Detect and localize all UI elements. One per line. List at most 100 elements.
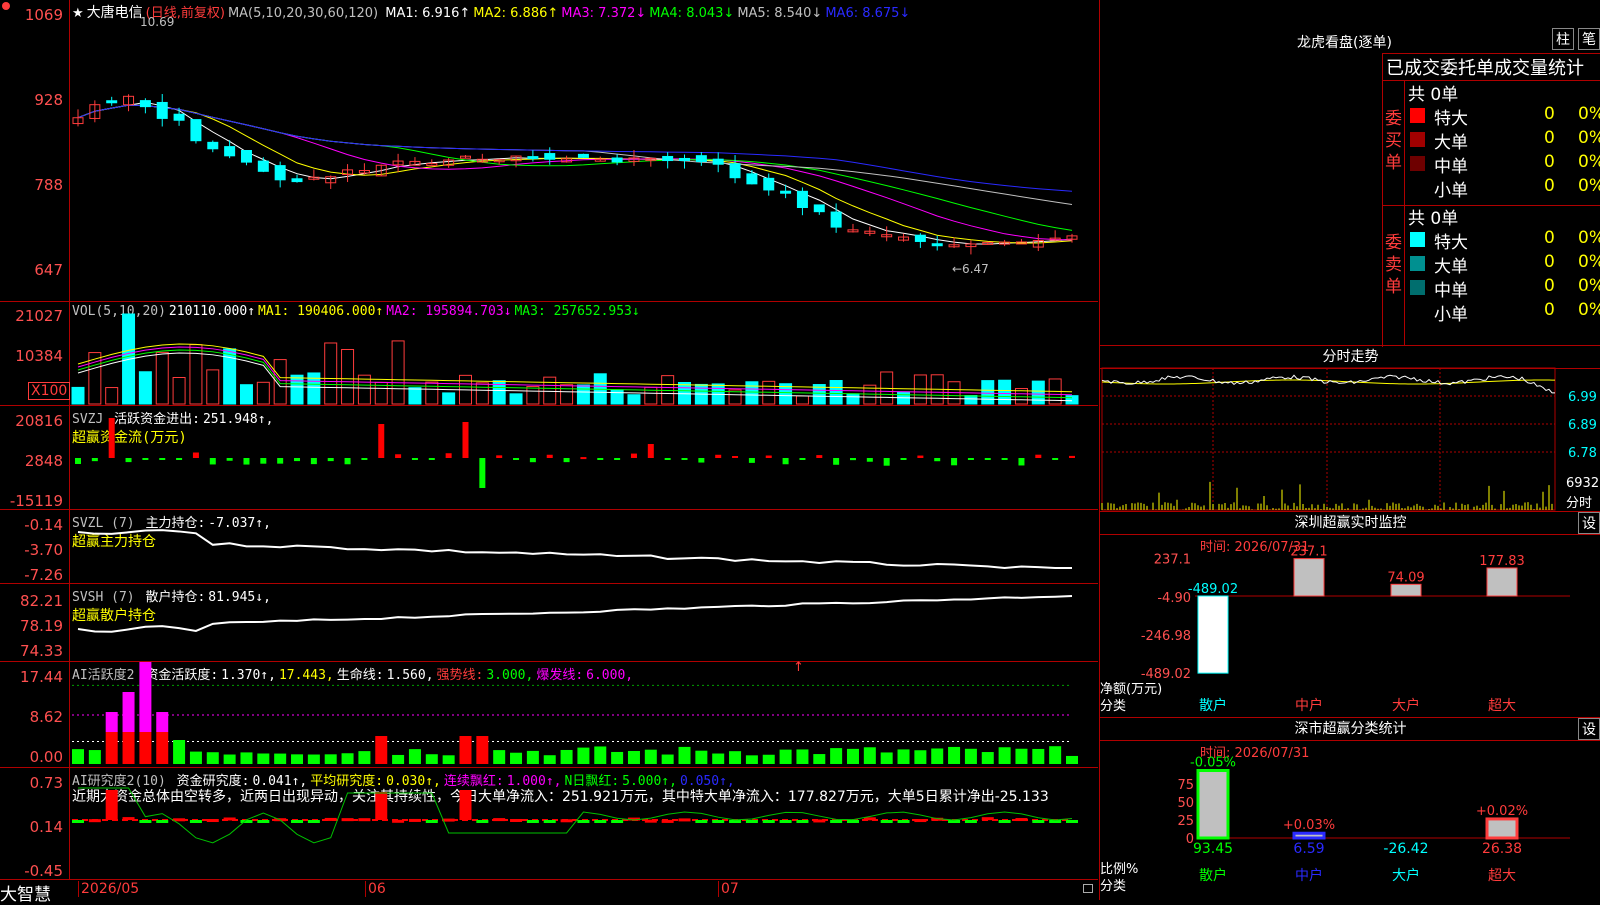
candle [796, 190, 808, 209]
flow-bar [732, 455, 739, 458]
volume-bar [239, 384, 253, 405]
research-bar [72, 820, 84, 823]
research-bar [408, 818, 421, 822]
activity-bar [796, 749, 809, 764]
svsh-chart[interactable] [0, 584, 1098, 662]
holding-line [77, 595, 1073, 633]
tick-mode-button[interactable]: 笔 [1578, 28, 1600, 50]
research-bar [324, 817, 337, 821]
bar-value: 93.45 [1193, 841, 1233, 857]
activity-bar [729, 751, 742, 764]
candle [173, 113, 185, 121]
category-label: 散户 [1199, 867, 1227, 884]
research-bar [796, 820, 809, 823]
research-bar [189, 820, 202, 823]
svzj-pane[interactable]: 20816 2848 -15119 SVZJ 活跃资金进出: 251.948↑, … [0, 406, 1098, 510]
frame [1101, 367, 1556, 511]
activity-bar [695, 750, 708, 764]
activity-bar [611, 751, 624, 764]
flow-bar [378, 424, 385, 458]
bar-value: 6.59 [1293, 841, 1324, 857]
ai-research-chart[interactable] [0, 768, 1098, 880]
flow-bar [479, 458, 486, 488]
svsh-pane[interactable]: 82.21 78.19 74.33 SVSH (7) 散户持仓: 81.945↓,… [0, 584, 1098, 662]
color-swatch [1410, 156, 1425, 171]
flow-bar [849, 458, 856, 461]
row-value: 0 [1544, 276, 1555, 296]
fenshi-panel[interactable]: 分时走势 6.99 6.89 6.78 6932 分时 [1099, 346, 1600, 512]
vol-chart[interactable] [0, 302, 1098, 406]
bar-value: -26.42 [1383, 841, 1428, 857]
kline-chart[interactable] [0, 0, 1098, 302]
row-value: 0 [1544, 228, 1555, 248]
row-percent: 0% [1578, 152, 1600, 172]
research-bar [510, 818, 523, 822]
date-label: 07 [718, 881, 739, 897]
candle [931, 243, 943, 247]
flow-bar [765, 455, 772, 458]
color-swatch [1410, 256, 1425, 271]
volume-bar [661, 375, 675, 405]
low-mark: ←6.47 [952, 262, 989, 276]
volume-bar [610, 389, 624, 405]
research-bar [712, 820, 725, 823]
flow-bar [226, 458, 233, 461]
research-bar [594, 820, 607, 823]
flow-bar [91, 458, 98, 462]
activity-bar [324, 754, 337, 764]
research-bar [526, 820, 539, 823]
activity-bar [1032, 748, 1045, 764]
research-bar [897, 820, 910, 823]
research-bar [695, 820, 708, 823]
research-bar [762, 820, 775, 823]
flow-bar [462, 422, 469, 458]
vol-pane[interactable]: 21027 10384 X100 VOL(5,10,20) 210110.000↑… [0, 302, 1098, 406]
research-bar [358, 818, 371, 822]
sell-side-label: 委卖单 [1385, 233, 1402, 297]
research-bar [392, 819, 405, 823]
class-bar [1485, 817, 1519, 840]
svzj-chart[interactable] [0, 406, 1098, 510]
sz-monitor-chart[interactable]: 237.1 -4.90 -246.98 -489.02 -489.02 散户 237.1 中户… [1100, 512, 1600, 718]
flow-bar [344, 458, 351, 465]
activity-bar [122, 692, 135, 732]
fenshi-chart[interactable] [1100, 346, 1600, 512]
row-percent: 0% [1578, 228, 1600, 248]
research-bar [779, 820, 792, 823]
date-label: 06 [365, 881, 386, 897]
candle [257, 160, 269, 172]
flow-bar [614, 458, 621, 460]
research-bar [493, 818, 506, 822]
ai-research-pane[interactable]: 0.73 0.14 -0.45 AI研究度2(10) 资金研究度: 0.041↑,… [0, 768, 1098, 880]
ai-activity-chart[interactable] [0, 662, 1098, 768]
bar-value: 26.38 [1482, 841, 1522, 857]
svzl-chart[interactable] [0, 510, 1098, 584]
row-percent: 0% [1578, 252, 1600, 272]
category-label: 中户 [1295, 867, 1323, 884]
activity-bar [1066, 755, 1078, 764]
bar-mode-button[interactable]: 柱 [1552, 28, 1574, 50]
activity-bar [998, 747, 1011, 764]
flow-bar [681, 458, 688, 460]
activity-bar [274, 753, 287, 764]
activity-bar [291, 754, 304, 764]
monitor-bar [1293, 558, 1325, 597]
activity-bar [156, 712, 169, 732]
row-name: 中单 [1434, 281, 1468, 301]
research-bar [678, 818, 691, 822]
activity-bar [88, 750, 101, 764]
y-label: 237.1 [1154, 553, 1191, 568]
candle [662, 155, 674, 162]
lock-icon[interactable] [1083, 884, 1093, 893]
candle [763, 177, 775, 191]
ai-activity-pane[interactable]: 17.44 8.62 0.00 AI活跃度2 资金活跃度: 1.370↑, 17.4… [0, 660, 1098, 768]
class-bar [1292, 831, 1326, 840]
lhb-row: 中单 0 0% [1408, 152, 1600, 177]
sz-class-chart[interactable]: 7550250-0.05%93.45散户+0.03%6.59中户-26.42大户… [1100, 718, 1600, 900]
kline-pane[interactable]: 1069 928 788 647 ★ 大唐电信 (日线,前复权) MA(5,10,20… [0, 0, 1098, 302]
research-bar [543, 820, 556, 823]
svzl-pane[interactable]: -0.14 -3.70 -7.26 SVZL (7) 主力持仓: -7.037↑,… [0, 510, 1098, 584]
lhb-header: 已成交委托单成交量统计 [1386, 58, 1584, 79]
activity-bar [577, 747, 590, 764]
research-bar [307, 820, 320, 823]
